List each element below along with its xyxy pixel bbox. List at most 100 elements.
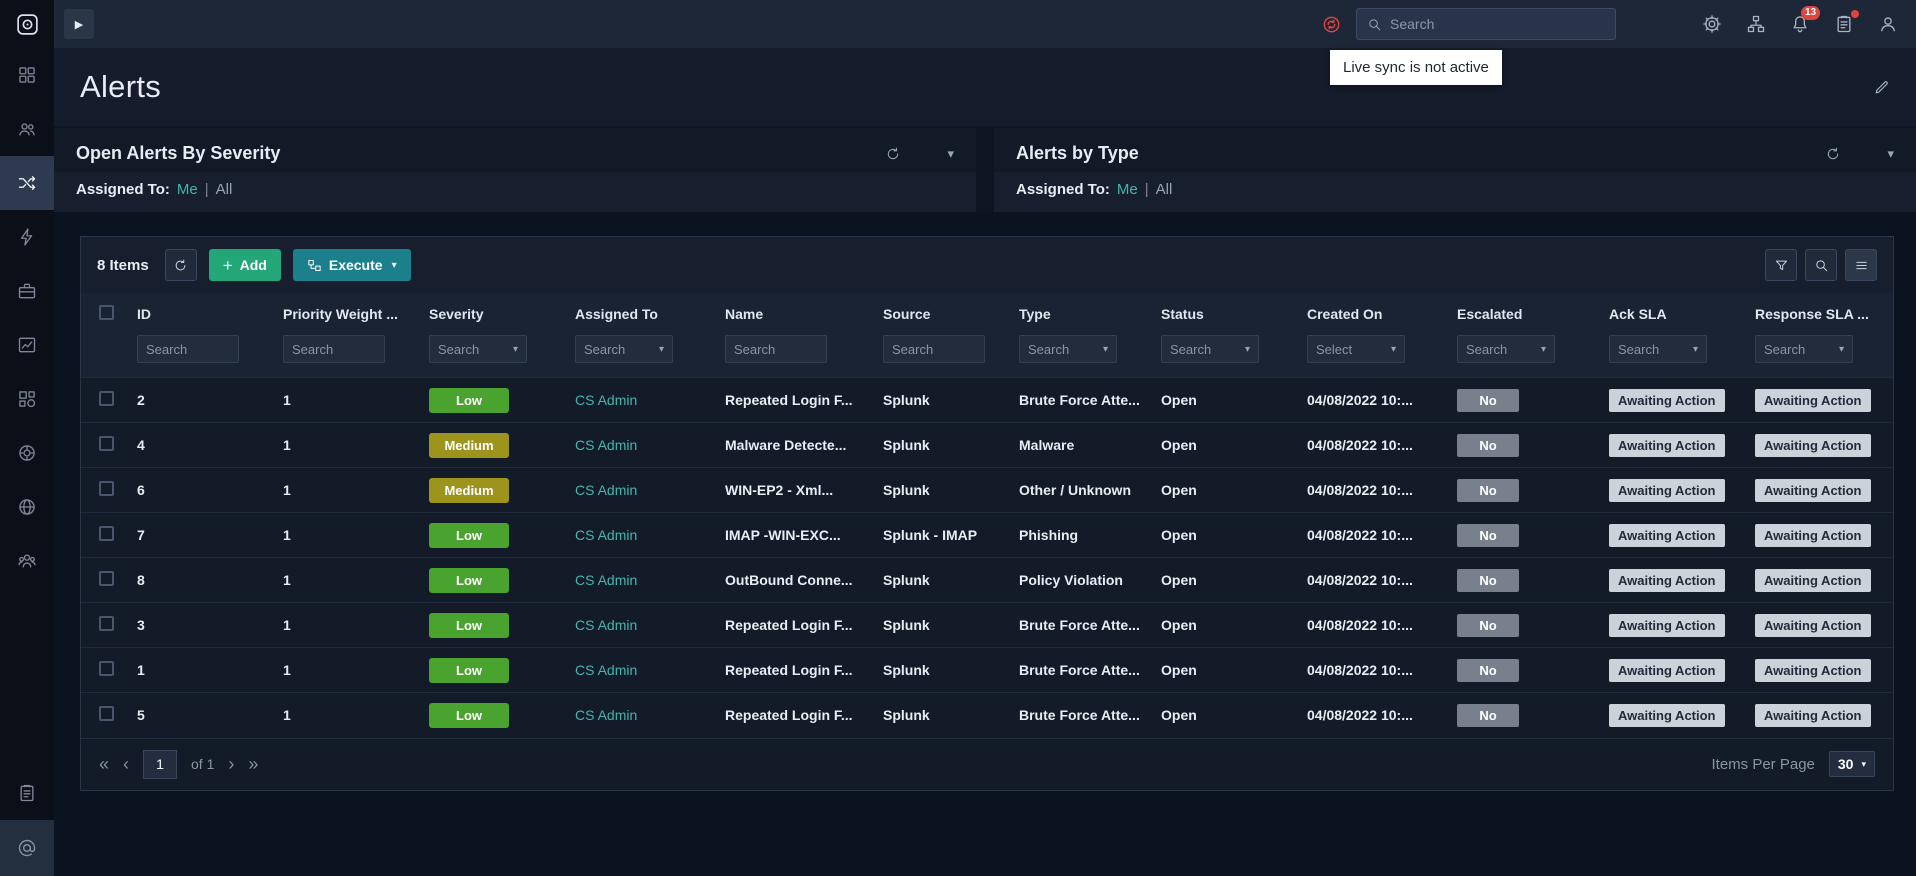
filter-select-severity[interactable]: Search▾ xyxy=(429,335,527,363)
table-row[interactable]: 5 1 Low CS Admin Repeated Login F... Spl… xyxy=(81,693,1893,738)
play-button[interactable]: ▶ xyxy=(64,9,94,39)
chevron-down-icon[interactable]: ▾ xyxy=(1887,146,1894,162)
team-icon[interactable] xyxy=(0,534,54,588)
filter-select-created-on[interactable]: Select▾ xyxy=(1307,335,1405,363)
column-header-priority-weight[interactable]: Priority Weight ... xyxy=(275,293,421,327)
refresh-button[interactable] xyxy=(165,249,197,281)
target-icon[interactable] xyxy=(0,426,54,480)
cell-name[interactable]: OutBound Conne... xyxy=(717,558,875,603)
filter-input-id[interactable] xyxy=(137,335,239,363)
table-row[interactable]: 6 1 Medium CS Admin WIN-EP2 - Xml... Spl… xyxy=(81,468,1893,513)
people-queue-icon[interactable] xyxy=(0,102,54,156)
assigned-to-link[interactable]: CS Admin xyxy=(575,527,637,543)
filter-button[interactable] xyxy=(1765,249,1797,281)
table-row[interactable]: 7 1 Low CS Admin IMAP -WIN-EXC... Splunk… xyxy=(81,513,1893,558)
assigned-me-link[interactable]: Me xyxy=(177,181,198,198)
row-checkbox[interactable] xyxy=(99,706,114,721)
edit-pencil-icon[interactable] xyxy=(1873,79,1890,96)
globe-icon[interactable] xyxy=(0,480,54,534)
table-row[interactable]: 3 1 Low CS Admin Repeated Login F... Spl… xyxy=(81,603,1893,648)
items-per-page-select[interactable]: 30 ▾ xyxy=(1829,751,1875,777)
live-sync-icon[interactable] xyxy=(1321,14,1342,35)
column-header-status[interactable]: Status xyxy=(1153,293,1299,327)
assigned-to-link[interactable]: CS Admin xyxy=(575,437,637,453)
row-checkbox[interactable] xyxy=(99,391,114,406)
sitemap-icon[interactable] xyxy=(1746,14,1766,34)
row-checkbox[interactable] xyxy=(99,481,114,496)
row-checkbox[interactable] xyxy=(99,571,114,586)
next-page-button[interactable]: › xyxy=(228,755,234,773)
cell-name[interactable]: Repeated Login F... xyxy=(717,378,875,423)
column-header-escalated[interactable]: Escalated xyxy=(1449,293,1601,327)
cell-name[interactable]: Repeated Login F... xyxy=(717,648,875,693)
row-checkbox[interactable] xyxy=(99,436,114,451)
briefcase-icon[interactable] xyxy=(0,264,54,318)
assigned-to-link[interactable]: CS Admin xyxy=(575,662,637,678)
zoom-button[interactable] xyxy=(1805,249,1837,281)
table-row[interactable]: 8 1 Low CS Admin OutBound Conne... Splun… xyxy=(81,558,1893,603)
clipboard-icon[interactable] xyxy=(0,766,54,820)
assigned-me-link[interactable]: Me xyxy=(1117,181,1138,198)
filter-input-source[interactable] xyxy=(883,335,985,363)
execute-button[interactable]: Execute▾ xyxy=(293,249,411,281)
row-checkbox[interactable] xyxy=(99,616,114,631)
assigned-all-link[interactable]: All xyxy=(1156,181,1173,198)
at-sign-icon[interactable] xyxy=(0,820,54,876)
assigned-to-link[interactable]: CS Admin xyxy=(575,617,637,633)
refresh-icon[interactable] xyxy=(1825,146,1841,162)
table-row[interactable]: 2 1 Low CS Admin Repeated Login F... Spl… xyxy=(81,378,1893,423)
filter-select-escalated[interactable]: Search▾ xyxy=(1457,335,1555,363)
row-checkbox[interactable] xyxy=(99,526,114,541)
table-row[interactable]: 1 1 Low CS Admin Repeated Login F... Spl… xyxy=(81,648,1893,693)
assigned-to-link[interactable]: CS Admin xyxy=(575,392,637,408)
prev-page-button[interactable]: ‹ xyxy=(123,755,129,773)
filter-select-ack-sla[interactable]: Search▾ xyxy=(1609,335,1707,363)
column-header-assigned-to[interactable]: Assigned To xyxy=(567,293,717,327)
cell-id: 8 xyxy=(129,558,275,603)
shuffle-arrows-icon[interactable] xyxy=(0,156,54,210)
row-checkbox[interactable] xyxy=(99,661,114,676)
filter-select-type[interactable]: Search▾ xyxy=(1019,335,1117,363)
add-button[interactable]: +Add xyxy=(209,249,281,281)
assigned-to-link[interactable]: CS Admin xyxy=(575,572,637,588)
filter-select-status[interactable]: Search▾ xyxy=(1161,335,1259,363)
filter-select-assigned-to[interactable]: Search▾ xyxy=(575,335,673,363)
assigned-to-link[interactable]: CS Admin xyxy=(575,707,637,723)
column-header-id[interactable]: ID xyxy=(129,293,275,327)
line-chart-icon[interactable] xyxy=(0,318,54,372)
column-header-created-on[interactable]: Created On xyxy=(1299,293,1449,327)
cell-name[interactable]: Malware Detecte... xyxy=(717,423,875,468)
column-header-source[interactable]: Source xyxy=(875,293,1011,327)
chevron-down-icon[interactable]: ▾ xyxy=(947,146,954,162)
cell-name[interactable]: IMAP -WIN-EXC... xyxy=(717,513,875,558)
cell-name[interactable]: Repeated Login F... xyxy=(717,693,875,738)
first-page-button[interactable]: « xyxy=(99,755,109,773)
column-header-name[interactable]: Name xyxy=(717,293,875,327)
cell-name[interactable]: WIN-EP2 - Xml... xyxy=(717,468,875,513)
assigned-to-link[interactable]: CS Admin xyxy=(575,482,637,498)
app-logo-icon[interactable] xyxy=(0,0,54,48)
table-row[interactable]: 4 1 Medium CS Admin Malware Detecte... S… xyxy=(81,423,1893,468)
user-icon[interactable] xyxy=(1878,14,1898,34)
select-all-checkbox[interactable] xyxy=(99,305,114,320)
widgets-icon[interactable] xyxy=(0,372,54,426)
report-icon[interactable] xyxy=(1834,14,1854,34)
cell-name[interactable]: Repeated Login F... xyxy=(717,603,875,648)
refresh-icon[interactable] xyxy=(885,146,901,162)
bell-icon[interactable]: 13 xyxy=(1790,14,1810,34)
lightning-icon[interactable] xyxy=(0,210,54,264)
column-header-severity[interactable]: Severity xyxy=(421,293,567,327)
gear-icon[interactable] xyxy=(1702,14,1722,34)
column-header-ack-sla[interactable]: Ack SLA xyxy=(1601,293,1747,327)
dashboard-icon[interactable] xyxy=(0,48,54,102)
filter-input-name[interactable] xyxy=(725,335,827,363)
current-page-input[interactable]: 1 xyxy=(143,750,177,779)
column-header-response-sla[interactable]: Response SLA ... xyxy=(1747,293,1893,327)
filter-input-priority-weight[interactable] xyxy=(283,335,385,363)
search-input[interactable] xyxy=(1390,16,1605,32)
assigned-all-link[interactable]: All xyxy=(216,181,233,198)
filter-select-response-sla[interactable]: Search▾ xyxy=(1755,335,1853,363)
menu-button[interactable] xyxy=(1845,249,1877,281)
last-page-button[interactable]: » xyxy=(248,755,258,773)
column-header-type[interactable]: Type xyxy=(1011,293,1153,327)
